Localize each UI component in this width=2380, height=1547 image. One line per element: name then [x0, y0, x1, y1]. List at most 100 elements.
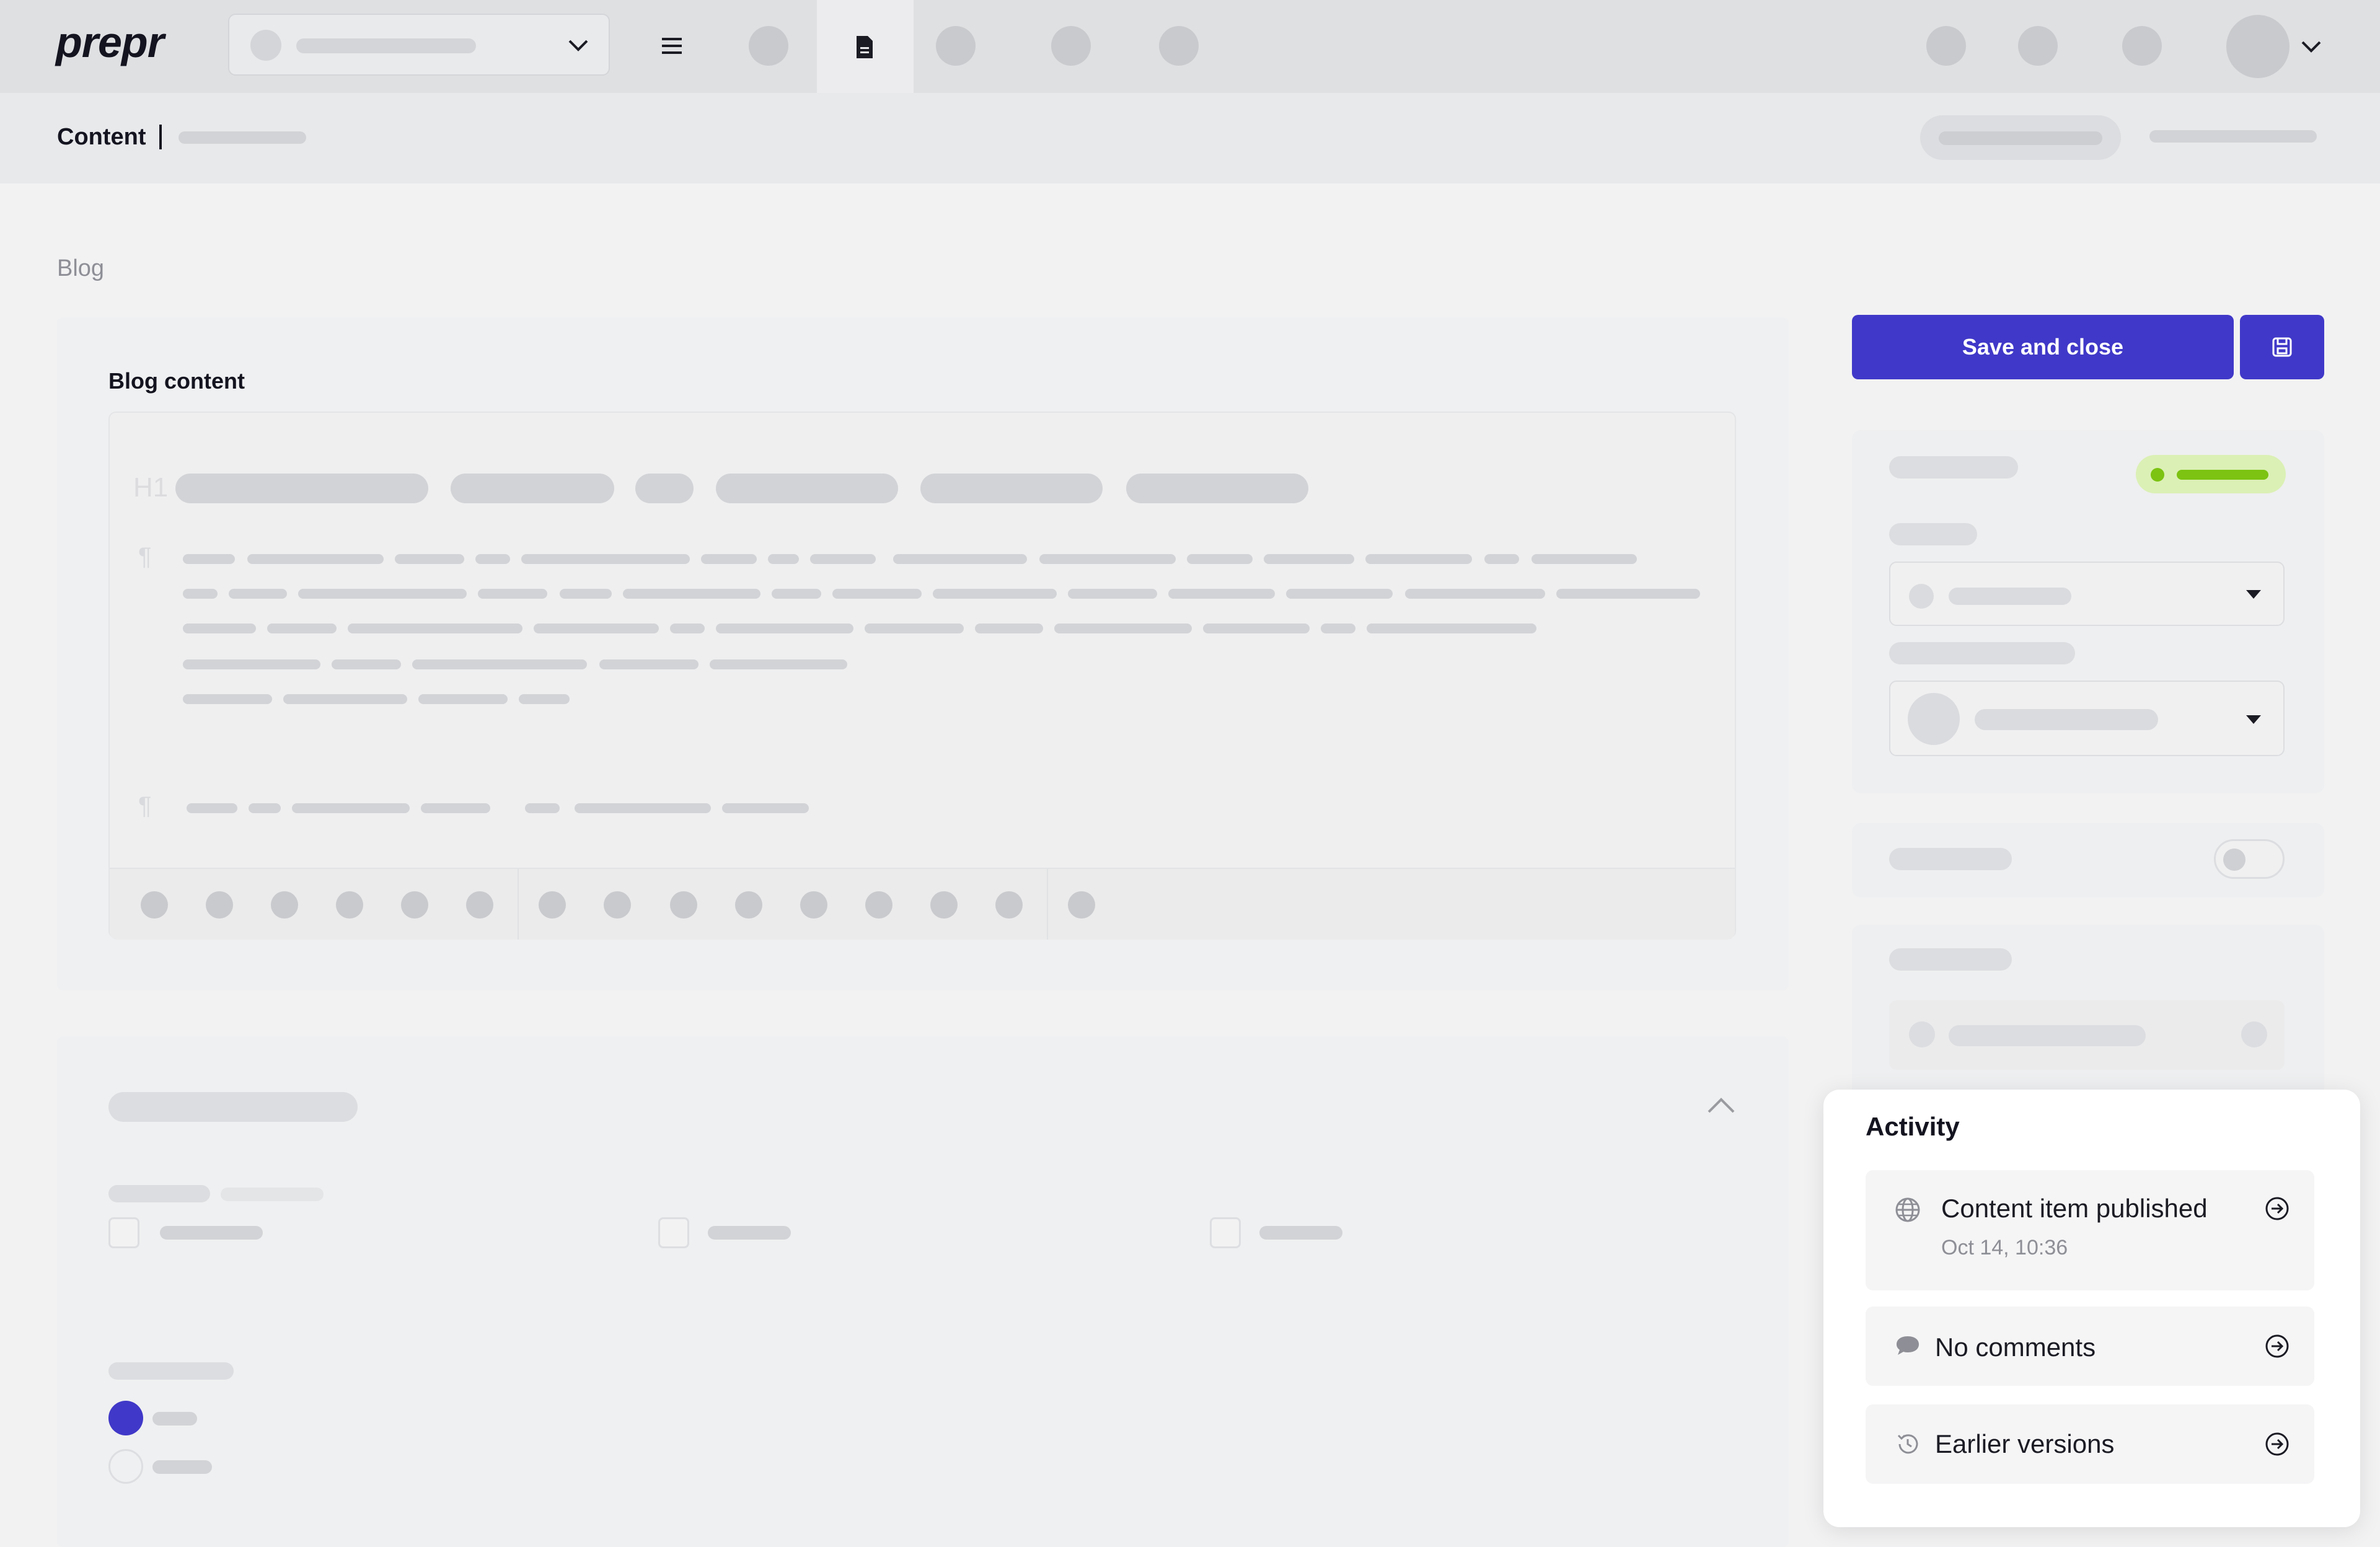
text-line-placeholder: [933, 589, 1057, 599]
text-line-placeholder: [701, 554, 757, 564]
toolbar-button[interactable]: [865, 891, 892, 919]
checkbox-label-placeholder: [160, 1226, 263, 1240]
text-line-placeholder: [187, 803, 237, 813]
activity-item-label: Earlier versions: [1935, 1429, 2115, 1458]
rich-text-editor[interactable]: H1 ¶ ¶: [108, 412, 1736, 940]
toolbar-button[interactable]: [141, 891, 168, 919]
checkbox[interactable]: [108, 1217, 139, 1248]
arrow-right-circle-icon[interactable]: [2265, 1334, 2290, 1359]
caret-down-icon: [2246, 715, 2261, 724]
avatar[interactable]: [2226, 15, 2290, 78]
workspace-select[interactable]: [228, 14, 610, 76]
activity-item-timestamp: Oct 14, 10:36: [1941, 1236, 2068, 1259]
header-button-label-placeholder: [1939, 131, 2102, 145]
toolbar-button[interactable]: [604, 891, 631, 919]
toolbar-divider: [518, 869, 519, 940]
card-title-placeholder: [1889, 456, 2018, 478]
header-link-placeholder[interactable]: [2149, 130, 2317, 143]
editor-toolbar: [110, 868, 1735, 940]
activity-item-published[interactable]: Content item published Oct 14, 10:36: [1866, 1170, 2314, 1290]
heading-word-placeholder: [451, 474, 614, 503]
arrow-right-circle-icon[interactable]: [2265, 1196, 2290, 1221]
toolbar-button[interactable]: [271, 891, 298, 919]
options-card: [57, 1036, 1789, 1547]
activity-item-versions[interactable]: Earlier versions: [1866, 1404, 2314, 1484]
text-line-placeholder: [348, 624, 522, 633]
prepr-logo[interactable]: prepr: [56, 17, 164, 67]
checkbox-label-placeholder: [708, 1226, 791, 1240]
relation-item[interactable]: [1889, 1000, 2285, 1070]
save-and-close-button[interactable]: Save and close: [1852, 315, 2234, 379]
text-line-placeholder: [475, 554, 510, 564]
blog-content-card: Blog content H1 ¶ ¶: [57, 317, 1789, 990]
nav-icon-placeholder[interactable]: [2122, 26, 2162, 66]
field-label-placeholder: [1889, 523, 1977, 545]
toggle-knob: [2223, 848, 2246, 871]
field-label-placeholder: [108, 1362, 234, 1380]
text-line-placeholder: [710, 659, 847, 669]
radio-label-placeholder: [152, 1460, 212, 1474]
nav-icon-placeholder[interactable]: [749, 26, 788, 66]
text-line-placeholder: [521, 554, 690, 564]
header-button-placeholder[interactable]: [1920, 115, 2121, 160]
radio-selected[interactable]: [108, 1401, 143, 1435]
toggle-switch[interactable]: [2214, 839, 2285, 879]
toolbar-button[interactable]: [930, 891, 958, 919]
activity-item-comments[interactable]: No comments: [1866, 1307, 2314, 1386]
heading-word-placeholder: [716, 474, 898, 503]
nav-icon-placeholder[interactable]: [1051, 26, 1091, 66]
workspace-avatar: [250, 30, 281, 61]
toolbar-button[interactable]: [670, 891, 697, 919]
menu-icon[interactable]: [661, 35, 683, 57]
dropdown-value-placeholder: [1949, 588, 2071, 605]
editor-label: Blog content: [108, 368, 245, 394]
text-line-placeholder: [412, 659, 587, 669]
toolbar-button[interactable]: [336, 891, 363, 919]
status-badge: [2136, 455, 2286, 493]
breadcrumb[interactable]: Content: [57, 124, 146, 151]
toolbar-button[interactable]: [401, 891, 428, 919]
chevron-down-icon[interactable]: [2301, 40, 2322, 53]
workspace-name-placeholder: [296, 38, 476, 53]
arrow-right-circle-icon[interactable]: [2265, 1432, 2290, 1457]
text-line-placeholder: [772, 589, 821, 599]
activity-panel: Activity Content item published Oct 14, …: [1823, 1090, 2360, 1527]
text-line-placeholder: [283, 694, 407, 704]
dropdown[interactable]: [1889, 681, 2285, 756]
checkbox[interactable]: [1210, 1217, 1241, 1248]
heading-marker: H1: [133, 472, 169, 503]
toolbar-button[interactable]: [735, 891, 762, 919]
text-line-placeholder: [716, 624, 853, 633]
toolbar-button[interactable]: [995, 891, 1023, 919]
text-line-placeholder: [183, 554, 235, 564]
text-line-placeholder: [534, 624, 659, 633]
tab-content[interactable]: [817, 0, 914, 93]
text-line-placeholder: [975, 624, 1043, 633]
text-line-placeholder: [183, 659, 320, 669]
text-line-placeholder: [560, 589, 612, 599]
radio[interactable]: [108, 1449, 143, 1484]
nav-icon-placeholder[interactable]: [936, 26, 976, 66]
checkbox-label-placeholder: [1259, 1226, 1342, 1240]
text-line-placeholder: [1203, 624, 1310, 633]
toolbar-button[interactable]: [800, 891, 827, 919]
text-line-placeholder: [229, 589, 287, 599]
nav-icon-placeholder[interactable]: [1926, 26, 1966, 66]
section-label: Blog: [57, 255, 105, 281]
text-line-placeholder: [332, 659, 401, 669]
breadcrumb-item-placeholder[interactable]: [178, 131, 306, 144]
toolbar-button[interactable]: [466, 891, 493, 919]
checkbox[interactable]: [658, 1217, 689, 1248]
caret-down-icon: [2246, 590, 2261, 599]
save-button[interactable]: [2240, 315, 2324, 379]
nav-icon-placeholder[interactable]: [2018, 26, 2058, 66]
activity-item-label: No comments: [1935, 1333, 2096, 1362]
relation-action-placeholder[interactable]: [2241, 1021, 2267, 1047]
chevron-up-icon[interactable]: [1707, 1097, 1735, 1114]
text-line-placeholder: [832, 589, 922, 599]
nav-icon-placeholder[interactable]: [1159, 26, 1199, 66]
toolbar-button[interactable]: [1068, 891, 1095, 919]
toolbar-button[interactable]: [539, 891, 566, 919]
toolbar-button[interactable]: [206, 891, 233, 919]
dropdown[interactable]: [1889, 562, 2285, 626]
